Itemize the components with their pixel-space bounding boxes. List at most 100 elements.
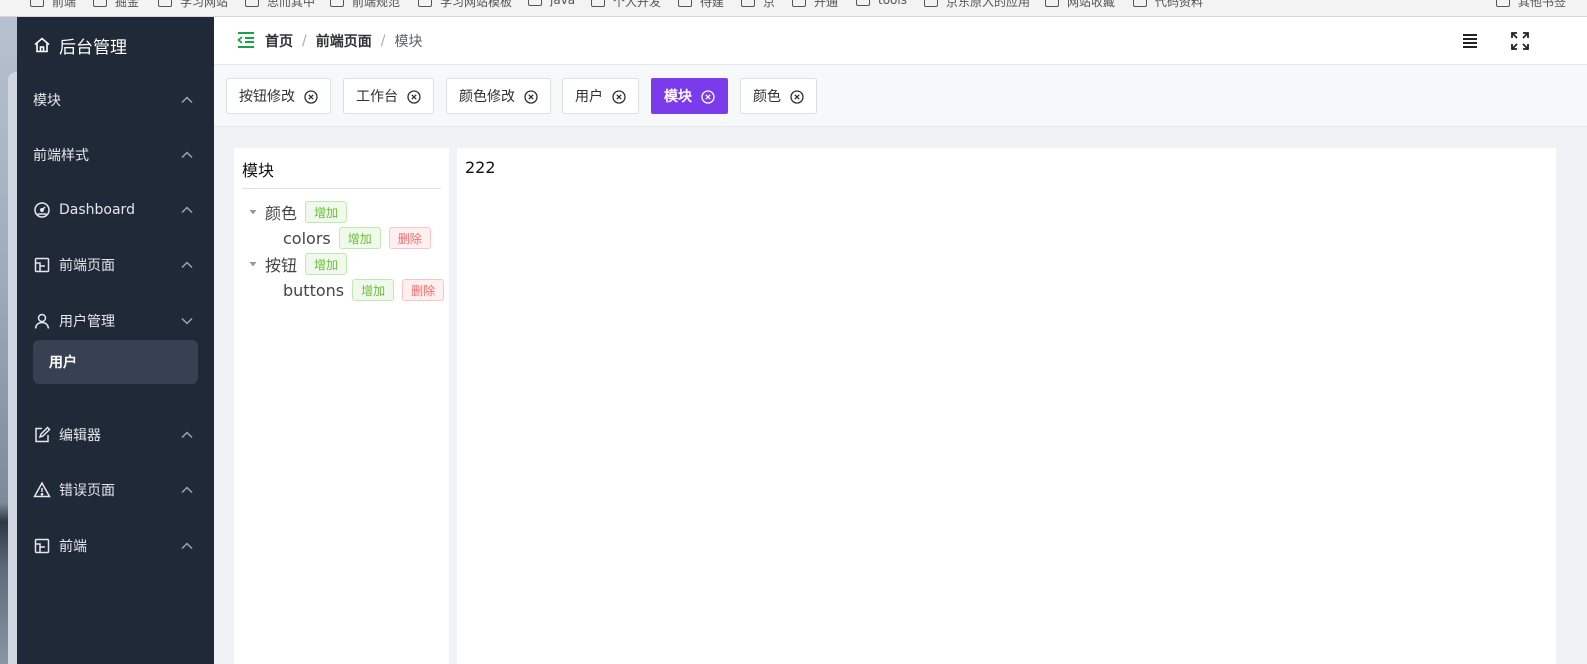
folder-icon: [792, 0, 806, 7]
bookmark-item[interactable]: 代码资料: [1133, 0, 1203, 10]
menu-item-user-management[interactable]: 用户管理: [17, 299, 214, 343]
menu-item-editor[interactable]: 编辑器: [17, 413, 214, 457]
bookmark-item[interactable]: 学习网站: [158, 0, 228, 10]
folder-icon: [1496, 0, 1510, 7]
folder-icon: [93, 0, 107, 7]
menu-item-label: 用户管理: [59, 314, 115, 330]
tag-workbench[interactable]: 工作台: [343, 78, 434, 114]
edit-icon: [33, 426, 51, 444]
menu-item-frontend[interactable]: 前端: [17, 524, 214, 568]
menu-item-error-page[interactable]: 错误页面: [17, 468, 214, 512]
breadcrumb-home[interactable]: 首页: [265, 31, 293, 51]
tree-node-label: 颜色: [265, 204, 298, 223]
bookmark-item[interactable]: 京东原入的应用: [924, 0, 1030, 10]
menu-lines-icon[interactable]: [1460, 31, 1480, 51]
bookmark-item[interactable]: 前端: [30, 0, 76, 10]
tag-button-edit[interactable]: 按钮修改: [226, 78, 331, 114]
tag-label: 按钮修改: [239, 89, 295, 105]
menu-item-frontend-style[interactable]: 前端样式: [17, 133, 214, 177]
folder-icon: [856, 0, 870, 6]
page-icon: [33, 256, 51, 274]
tree-node-label: buttons: [283, 280, 345, 300]
sidebar-subitem-label: 用户: [49, 355, 77, 371]
bookmark-item[interactable]: java: [528, 0, 575, 7]
close-circle-icon[interactable]: [524, 90, 538, 104]
tree-node-label: 按钮: [265, 256, 298, 275]
folder-icon: [528, 0, 542, 6]
close-circle-icon[interactable]: [612, 90, 626, 104]
close-circle-icon[interactable]: [790, 90, 804, 104]
tags-bar: 按钮修改 工作台 颜色修改 用户 模块 颜色: [214, 65, 1587, 127]
page-icon: [33, 537, 51, 555]
folder-icon: [30, 0, 44, 7]
bookmark-item[interactable]: 京: [741, 0, 775, 10]
menu-item-label: 错误页面: [59, 483, 115, 499]
bookmark-item[interactable]: 待建: [678, 0, 724, 10]
collapse-menu-icon[interactable]: [236, 31, 256, 49]
menu-item-label: 前端页面: [59, 258, 115, 274]
tag-color-edit[interactable]: 颜色修改: [446, 78, 551, 114]
tree-node-color[interactable]: 颜色 增加: [265, 200, 348, 224]
user-icon: [33, 312, 51, 330]
folder-icon: [924, 0, 938, 7]
chevron-up-icon: [181, 431, 193, 439]
bookmark-item[interactable]: 网站收藏: [1045, 0, 1115, 10]
tag-color[interactable]: 颜色: [740, 78, 817, 114]
add-button[interactable]: 增加: [352, 279, 395, 301]
chevron-up-icon: [181, 261, 193, 269]
menu-item-dashboard[interactable]: Dashboard: [17, 188, 214, 232]
breadcrumb: 首页 / 前端页面 / 模块: [265, 31, 422, 51]
add-button[interactable]: 增加: [338, 227, 381, 249]
desktop-background: [0, 17, 17, 664]
bookmarks-bar: 前端 掘金 学习网站 思而其中 前端规范 学习网站模板 java 个人开发 待建…: [0, 0, 1587, 17]
breadcrumb-separator: /: [380, 33, 386, 49]
bookmark-item[interactable]: 思而其中: [245, 0, 315, 10]
sidebar-subitem-user[interactable]: 用户: [33, 340, 198, 384]
tree-node-colors[interactable]: colors 增加 删除: [283, 226, 431, 250]
folder-icon: [245, 0, 259, 7]
background-window: [8, 72, 17, 664]
delete-button[interactable]: 删除: [388, 227, 431, 249]
bookmark-item[interactable]: 个人开发: [591, 0, 661, 10]
menu-item-module[interactable]: 模块: [17, 78, 214, 122]
main-content: 模块 颜色 增加 colors 增加 删除 按钮 增加 buttons 增加 删…: [214, 128, 1587, 664]
close-circle-icon[interactable]: [304, 90, 318, 104]
warning-icon: [33, 481, 51, 499]
folder-icon: [1133, 0, 1147, 7]
tree-node-button[interactable]: 按钮 增加: [265, 252, 348, 276]
chevron-up-icon: [181, 206, 193, 214]
bookmark-item[interactable]: 开通: [792, 0, 838, 10]
detail-text: 222: [465, 158, 496, 177]
caret-down-icon[interactable]: [248, 207, 258, 217]
bookmark-item[interactable]: 掘金: [93, 0, 139, 10]
bookmark-item[interactable]: 前端规范: [330, 0, 400, 10]
bookmark-item[interactable]: 其他书签: [1496, 0, 1566, 10]
tree-panel-title: 模块: [242, 161, 275, 180]
tag-module[interactable]: 模块: [651, 78, 728, 114]
chevron-up-icon: [181, 96, 193, 104]
close-circle-icon[interactable]: [701, 90, 715, 104]
caret-down-icon[interactable]: [248, 259, 258, 269]
menu-item-label: 前端: [59, 539, 87, 555]
sidebar-logo[interactable]: 后台管理: [33, 33, 127, 58]
menu-item-frontend-page[interactable]: 前端页面: [17, 243, 214, 287]
tag-label: 颜色修改: [459, 89, 515, 105]
chevron-up-icon: [181, 542, 193, 550]
add-button[interactable]: 增加: [305, 201, 348, 223]
close-circle-icon[interactable]: [407, 90, 421, 104]
folder-icon: [1045, 0, 1059, 7]
tag-label: 用户: [575, 89, 603, 105]
breadcrumb-current: 模块: [394, 34, 423, 50]
bookmark-item[interactable]: 学习网站模板: [418, 0, 512, 10]
tree-node-buttons[interactable]: buttons 增加 删除: [283, 278, 445, 302]
folder-icon: [678, 0, 692, 7]
add-button[interactable]: 增加: [305, 253, 348, 275]
delete-button[interactable]: 删除: [402, 279, 445, 301]
fullscreen-icon[interactable]: [1510, 31, 1530, 51]
tag-user[interactable]: 用户: [562, 78, 639, 114]
tree-node-label: colors: [283, 228, 331, 248]
tag-label: 颜色: [753, 89, 781, 105]
folder-icon: [591, 0, 605, 7]
bookmark-item[interactable]: tools: [856, 0, 907, 7]
breadcrumb-frontend-page[interactable]: 前端页面: [316, 31, 372, 51]
